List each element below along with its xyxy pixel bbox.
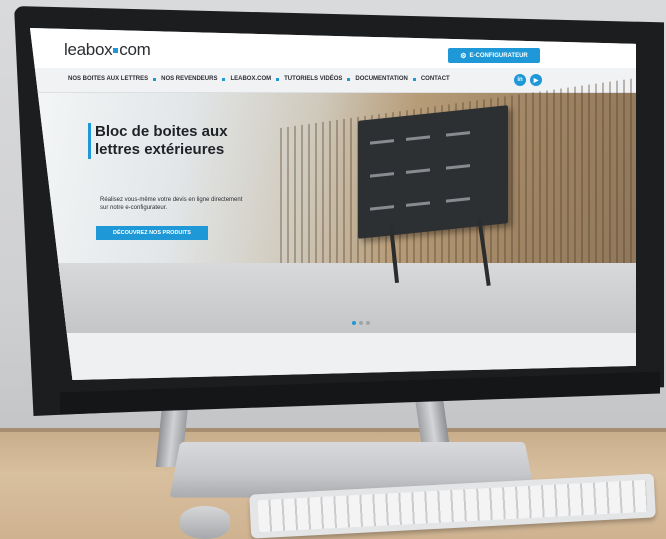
hero-ground: [30, 263, 636, 333]
nav-separator: [412, 77, 416, 81]
nav-item-contact[interactable]: CONTACT: [421, 76, 450, 82]
nav-separator: [276, 77, 280, 81]
nav-item-revendeurs[interactable]: NOS REVENDEURS: [161, 76, 217, 82]
nav-item-tutoriels[interactable]: TUTORIELS VIDÉOS: [284, 76, 342, 82]
mailbox-product-image: [358, 105, 508, 239]
main-nav: NOS BOITES AUX LETTRES NOS REVENDEURS LE…: [30, 68, 636, 93]
hero-title: Bloc de boites aux lettres extérieures: [95, 123, 228, 158]
slider-dot[interactable]: [366, 321, 370, 325]
hero-subtitle: Réalisez vous-même votre devis en ligne …: [100, 197, 243, 211]
configurator-button[interactable]: ⚙ E-CONFIGURATEUR: [448, 48, 540, 63]
mailbox-slot: [446, 131, 470, 137]
social-links: in ▶: [514, 74, 542, 86]
mailbox-slot: [370, 139, 394, 145]
slider-dot[interactable]: [352, 321, 356, 325]
mailbox-slot: [370, 205, 394, 211]
slider-dot[interactable]: [359, 321, 363, 325]
desk-edge: [0, 428, 666, 432]
mailbox-slot: [406, 168, 430, 174]
mailbox-slot: [446, 164, 470, 170]
logo-suffix: com: [119, 40, 151, 59]
nav-items: NOS BOITES AUX LETTRES NOS REVENDEURS LE…: [68, 76, 450, 82]
nav-item-documentation[interactable]: DOCUMENTATION: [355, 76, 407, 82]
nav-item-boites[interactable]: NOS BOITES AUX LETTRES: [68, 76, 148, 82]
site-logo[interactable]: leabox com: [64, 40, 151, 60]
mailbox-slot: [370, 172, 394, 178]
linkedin-icon[interactable]: in: [514, 74, 526, 86]
mailbox-slot: [446, 197, 470, 203]
configurator-button-label: E-CONFIGURATEUR: [469, 52, 528, 59]
nav-separator: [347, 77, 351, 81]
nav-item-leabox[interactable]: LEABOX.COM: [230, 76, 271, 82]
hero-title-block: Bloc de boites aux lettres extérieures: [88, 123, 255, 159]
logo-dot: [113, 47, 119, 53]
dial-knob: [180, 506, 230, 539]
mailbox-slot: [406, 201, 430, 207]
discover-products-button[interactable]: DÉCOUVREZ NOS PRODUITS: [96, 226, 208, 240]
logo-prefix: leabox: [64, 40, 113, 59]
screen: leabox com ⚙ E-CONFIGURATEUR NOS BOITES A…: [30, 28, 636, 380]
nav-separator: [222, 77, 226, 81]
youtube-icon[interactable]: ▶: [530, 74, 542, 86]
nav-separator: [153, 77, 157, 81]
configurator-gear-icon: ⚙: [460, 52, 467, 60]
slider-dots: [352, 321, 370, 325]
mailbox-slot: [406, 135, 430, 141]
